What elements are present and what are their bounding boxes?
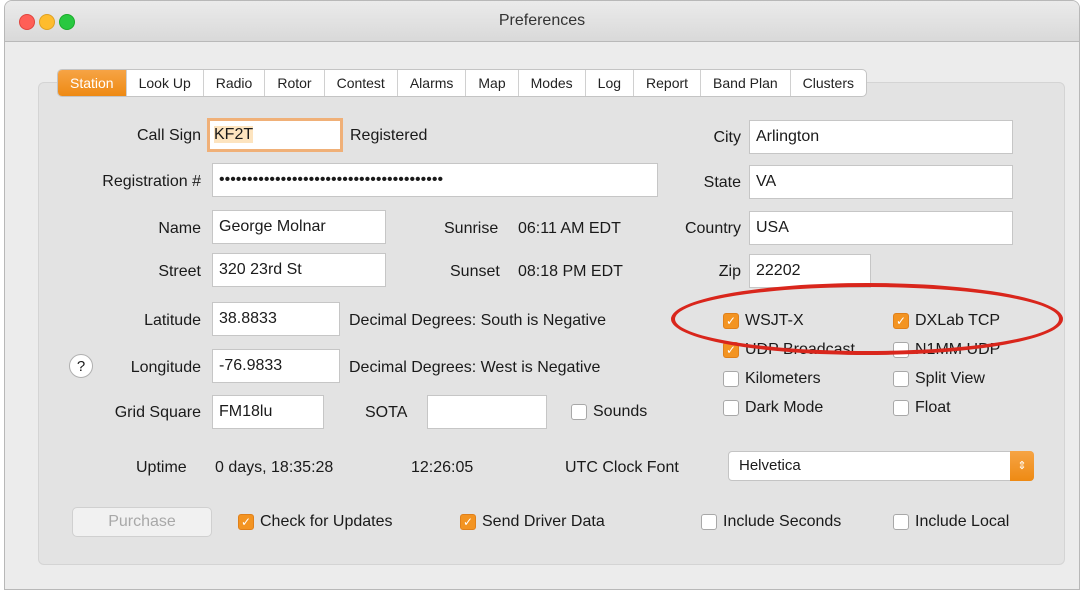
preferences-window: Preferences Station Look Up Radio Rotor … — [4, 0, 1080, 590]
include-seconds-checkbox[interactable]: Include Seconds — [701, 513, 841, 531]
check-for-updates-label: Check for Updates — [260, 513, 393, 530]
grid-square-field[interactable]: FM18lu — [212, 395, 324, 429]
annotation-ellipse — [671, 283, 1063, 355]
street-field[interactable]: 320 23rd St — [212, 253, 386, 287]
longitude-field[interactable]: -76.9833 — [212, 349, 340, 383]
state-label: State — [703, 174, 741, 191]
select-arrows-icon: ⇕ — [1010, 451, 1034, 481]
tab-look-up[interactable]: Look Up — [127, 70, 204, 96]
sunrise-value: 06:11 AM EDT — [518, 220, 621, 237]
registration-field[interactable]: •••••••••••••••••••••••••••••••••••••••• — [212, 163, 658, 197]
checkmark-icon: ✓ — [460, 514, 476, 530]
float-checkbox[interactable]: Float — [893, 399, 951, 417]
city-field[interactable]: Arlington — [749, 120, 1013, 154]
registration-label: Registration # — [102, 173, 201, 190]
country-label: Country — [684, 220, 741, 237]
split-view-label: Split View — [915, 370, 985, 387]
sunset-value: 08:18 PM EDT — [518, 263, 623, 280]
sounds-label: Sounds — [593, 403, 648, 420]
name-label: Name — [158, 220, 201, 237]
tab-log[interactable]: Log — [586, 70, 635, 96]
tab-map[interactable]: Map — [466, 70, 519, 96]
tab-clusters[interactable]: Clusters — [791, 70, 866, 96]
kilometers-checkbox[interactable]: Kilometers — [723, 370, 821, 388]
purchase-button[interactable]: Purchase — [72, 507, 212, 537]
tab-modes[interactable]: Modes — [519, 70, 586, 96]
utc-clock-font-select[interactable]: Helvetica ⇕ — [728, 451, 1034, 481]
help-button[interactable]: ? — [69, 354, 93, 378]
uptime-label: Uptime — [136, 459, 187, 476]
include-local-checkbox[interactable]: Include Local — [893, 513, 1009, 531]
checkmark-icon: ✓ — [238, 514, 254, 530]
city-label: City — [713, 129, 741, 146]
registered-status: Registered — [350, 127, 428, 144]
grid-square-label: Grid Square — [114, 404, 201, 421]
include-local-label: Include Local — [915, 513, 1010, 530]
title-bar[interactable]: Preferences — [5, 1, 1079, 42]
uptime-value: 0 days, 18:35:28 — [215, 459, 334, 476]
street-label: Street — [158, 263, 201, 280]
sunset-label: Sunset — [450, 263, 500, 280]
check-for-updates-checkbox[interactable]: ✓ Check for Updates — [238, 513, 393, 531]
utc-clock-font-value: Helvetica — [739, 457, 801, 474]
tab-alarms[interactable]: Alarms — [398, 70, 467, 96]
checkbox-box — [723, 371, 739, 387]
tab-radio[interactable]: Radio — [204, 70, 266, 96]
send-driver-data-checkbox[interactable]: ✓ Send Driver Data — [460, 513, 605, 531]
dark-mode-label: Dark Mode — [745, 399, 824, 416]
checkbox-box — [893, 514, 909, 530]
checkbox-box — [893, 371, 909, 387]
sunrise-label: Sunrise — [444, 220, 499, 237]
zip-label: Zip — [718, 263, 741, 280]
utc-clock-font-label: UTC Clock Font — [565, 459, 679, 476]
call-sign-label: Call Sign — [136, 127, 201, 144]
country-field[interactable]: USA — [749, 211, 1013, 245]
clock-value: 12:26:05 — [411, 459, 474, 476]
tab-bar: Station Look Up Radio Rotor Contest Alar… — [57, 69, 868, 97]
sota-field[interactable] — [427, 395, 547, 429]
checkbox-box — [701, 514, 717, 530]
longitude-hint: Decimal Degrees: West is Negative — [349, 359, 601, 376]
tab-contest[interactable]: Contest — [325, 70, 398, 96]
split-view-checkbox[interactable]: Split View — [893, 370, 985, 388]
tab-station[interactable]: Station — [58, 70, 127, 96]
longitude-label: Longitude — [130, 359, 201, 376]
include-seconds-label: Include Seconds — [723, 513, 842, 530]
name-field[interactable]: George Molnar — [212, 210, 386, 244]
checkbox-box — [571, 404, 587, 420]
latitude-label: Latitude — [144, 312, 201, 329]
window-title: Preferences — [498, 12, 586, 29]
tab-band-plan[interactable]: Band Plan — [701, 70, 791, 96]
kilometers-label: Kilometers — [745, 370, 821, 387]
latitude-field[interactable]: 38.8833 — [212, 302, 340, 336]
send-driver-data-label: Send Driver Data — [482, 513, 605, 530]
checkbox-box — [893, 400, 909, 416]
checkbox-box — [723, 400, 739, 416]
state-field[interactable]: VA — [749, 165, 1013, 199]
dark-mode-checkbox[interactable]: Dark Mode — [723, 399, 823, 417]
call-sign-field[interactable]: KF2T — [207, 118, 343, 152]
sota-label: SOTA — [365, 404, 408, 421]
tab-report[interactable]: Report — [634, 70, 702, 96]
sounds-checkbox[interactable]: Sounds — [571, 403, 647, 421]
float-label: Float — [915, 399, 951, 416]
call-sign-value: KF2T — [214, 126, 254, 143]
tab-rotor[interactable]: Rotor — [265, 70, 325, 96]
latitude-hint: Decimal Degrees: South is Negative — [349, 312, 607, 329]
